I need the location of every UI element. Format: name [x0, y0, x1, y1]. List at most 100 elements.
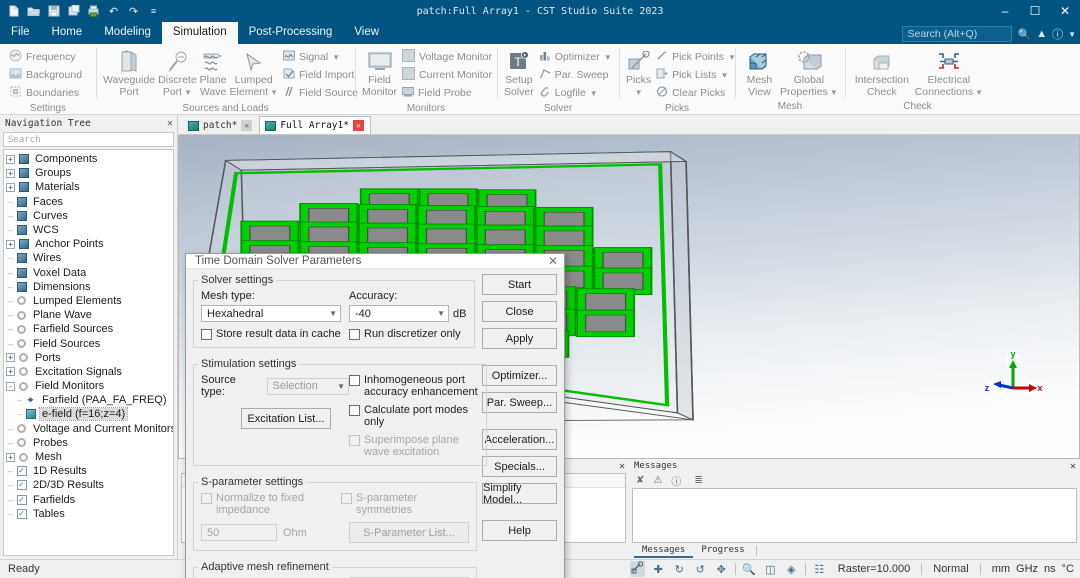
ribbon-frequency-button[interactable]: Frequency: [6, 48, 81, 66]
source-type-select[interactable]: Selection ▼: [267, 378, 350, 395]
tree-item-plane-wave[interactable]: –Plane Wave: [4, 308, 173, 322]
ribbon-background-button[interactable]: Background: [6, 66, 87, 84]
ribbon-field-monitor-button[interactable]: Field Monitor: [361, 47, 398, 100]
document-tab-patch[interactable]: patch* ✕: [182, 116, 259, 134]
warning-icon[interactable]: ⚠: [653, 475, 662, 486]
expand-icon[interactable]: +: [6, 367, 15, 376]
tree-item-tables[interactable]: –✓Tables: [4, 507, 173, 521]
ribbon-boundaries-button[interactable]: Boundaries: [6, 84, 84, 102]
tree-item-components[interactable]: +Components: [4, 152, 173, 166]
tree-item-mesh[interactable]: +Mesh: [4, 450, 173, 464]
zoom-box-icon[interactable]: ◫: [763, 563, 778, 576]
save-icon[interactable]: [46, 4, 61, 19]
expand-icon[interactable]: +: [6, 169, 15, 178]
tree-item-groups[interactable]: +Groups: [4, 166, 173, 180]
tree-item-excitation-signals[interactable]: +Excitation Signals: [4, 365, 173, 379]
tree-item-materials[interactable]: +Materials: [4, 180, 173, 194]
ribbon-global-properties-button[interactable]: Global Properties ▼: [779, 47, 839, 100]
ribbon-voltage-monitor-button[interactable]: Voltage Monitor: [399, 48, 497, 66]
tab-simulation[interactable]: Simulation: [162, 22, 238, 44]
ribbon-signal-button[interactable]: Signal ▼: [280, 48, 363, 66]
chevron-down-icon[interactable]: ▼: [720, 71, 728, 80]
new-icon[interactable]: [6, 4, 21, 19]
chevron-down-icon[interactable]: ▼: [604, 53, 612, 62]
chevron-down-icon[interactable]: ▼: [635, 87, 643, 99]
ribbon-waveguide-port-button[interactable]: Waveguide Port: [102, 47, 156, 100]
minimize-button[interactable]: –: [990, 0, 1020, 22]
ribbon-mesh-view-button[interactable]: Mesh View: [741, 47, 778, 100]
messages-body[interactable]: [632, 488, 1077, 543]
tree-item-probes[interactable]: –Probes: [4, 436, 173, 450]
tree-item-voltage-and-current-monitors[interactable]: –Voltage and Current Monitors: [4, 422, 173, 436]
collapse-icon[interactable]: -: [6, 382, 15, 391]
tree-item-lumped-elements[interactable]: –Lumped Elements: [4, 294, 173, 308]
expand-icon[interactable]: +: [6, 353, 15, 362]
inhomogeneous-port-checkbox[interactable]: Inhomogeneous port accuracy enhancement: [349, 374, 479, 398]
ribbon-pick-points-button[interactable]: Pick Points ▼: [653, 48, 741, 66]
help-icon[interactable]: ⓘ: [1052, 26, 1063, 42]
tree-item-2d-3d-results[interactable]: –✓2D/3D Results: [4, 478, 173, 492]
ribbon-plane-wave-button[interactable]: Plane Wave: [199, 47, 228, 100]
expand-icon[interactable]: +: [6, 155, 15, 164]
move-tool-icon[interactable]: ✚: [651, 563, 666, 576]
calculate-port-modes-checkbox[interactable]: Calculate port modes only: [349, 404, 479, 428]
tree-item-dimensions[interactable]: –Dimensions: [4, 280, 173, 294]
close-icon[interactable]: ✕: [167, 118, 173, 129]
tree-item-farfield-sources[interactable]: –Farfield Sources: [4, 322, 173, 336]
start-button[interactable]: Start: [482, 274, 557, 295]
acceleration-button[interactable]: Acceleration...: [482, 429, 557, 450]
ribbon-pick-lists-button[interactable]: Pick Lists ▼: [653, 66, 741, 84]
tree-item-ports[interactable]: +Ports: [4, 351, 173, 365]
ribbon-field-probe-button[interactable]: Field Probe: [399, 84, 497, 102]
search-icon[interactable]: 🔍: [1017, 28, 1031, 41]
unit-length[interactable]: mm: [987, 563, 1010, 575]
store-result-cache-checkbox[interactable]: Store result data in cache: [201, 328, 349, 340]
chevron-down-icon[interactable]: ▼: [975, 87, 983, 99]
open-icon[interactable]: [26, 4, 41, 19]
optimizer-button[interactable]: Optimizer...: [482, 365, 557, 386]
chevron-down-icon[interactable]: ▼: [270, 87, 278, 99]
close-icon[interactable]: ✕: [241, 120, 252, 131]
excitation-list-button[interactable]: Excitation List...: [241, 408, 331, 429]
tab-post-processing[interactable]: Post-Processing: [238, 22, 344, 44]
navigation-tree-search-input[interactable]: Search: [3, 132, 174, 147]
ribbon-picks-button[interactable]: Picks ▼: [625, 47, 652, 100]
tree-item-field-monitors[interactable]: -Field Monitors: [4, 379, 173, 393]
ribbon-intersection-check-button[interactable]: Intersection Check: [851, 47, 913, 100]
ribbon-setup-solver-button[interactable]: T Setup Solver: [503, 47, 535, 100]
ribbon-electrical-connections-button[interactable]: Electrical Connections ▼: [914, 47, 984, 100]
expand-icon[interactable]: +: [6, 453, 15, 462]
tab-messages[interactable]: Messages: [634, 544, 693, 558]
chevron-down-icon[interactable]: ▼: [184, 87, 192, 99]
chevron-up-icon[interactable]: ▲: [1036, 28, 1047, 40]
mesh-type-select[interactable]: Hexahedral ▼: [201, 305, 341, 322]
tree-item-1d-results[interactable]: –✓1D Results: [4, 464, 173, 478]
redo-icon[interactable]: ↷: [126, 4, 141, 19]
expand-icon[interactable]: +: [6, 240, 15, 249]
tree-item-farfields[interactable]: –✓Farfields: [4, 493, 173, 507]
tree-item-farfield-paa-fa-freq[interactable]: –⌖Farfield (PAA_FA_FREQ): [4, 393, 173, 407]
document-tab-full-array1[interactable]: Full Array1* ✕: [259, 116, 371, 134]
error-icon[interactable]: ✘: [636, 475, 644, 486]
chevron-down-icon[interactable]: ▼: [1068, 30, 1076, 39]
ribbon-clear-picks-button[interactable]: Clear Picks: [653, 84, 741, 102]
help-button[interactable]: Help: [482, 520, 557, 541]
close-button[interactable]: ✕: [1050, 0, 1080, 22]
tree-item-field-sources[interactable]: –Field Sources: [4, 336, 173, 350]
ribbon-optimizer-button[interactable]: Optimizer ▼: [536, 48, 617, 66]
navigation-tree[interactable]: +Components+Groups+Materials–Faces–Curve…: [3, 149, 174, 556]
ribbon-discrete-port-button[interactable]: Discrete Port ▼: [157, 47, 198, 100]
close-icon[interactable]: ✕: [353, 120, 364, 131]
expand-icon[interactable]: +: [6, 183, 15, 192]
ribbon-field-source-button[interactable]: Field Source: [280, 84, 363, 102]
apply-button[interactable]: Apply: [482, 328, 557, 349]
close-icon[interactable]: ✕: [619, 461, 625, 472]
zoom-tool-icon[interactable]: 🔍: [742, 563, 757, 576]
tab-file[interactable]: File: [0, 22, 41, 44]
pan-tool-icon[interactable]: ✥: [714, 563, 729, 576]
close-icon[interactable]: ✕: [1070, 461, 1076, 472]
tree-item-wcs[interactable]: –WCS: [4, 223, 173, 237]
print-icon[interactable]: [86, 4, 101, 19]
chevron-down-icon[interactable]: ▼: [830, 87, 838, 99]
accuracy-select[interactable]: -40 ▼: [349, 305, 449, 322]
